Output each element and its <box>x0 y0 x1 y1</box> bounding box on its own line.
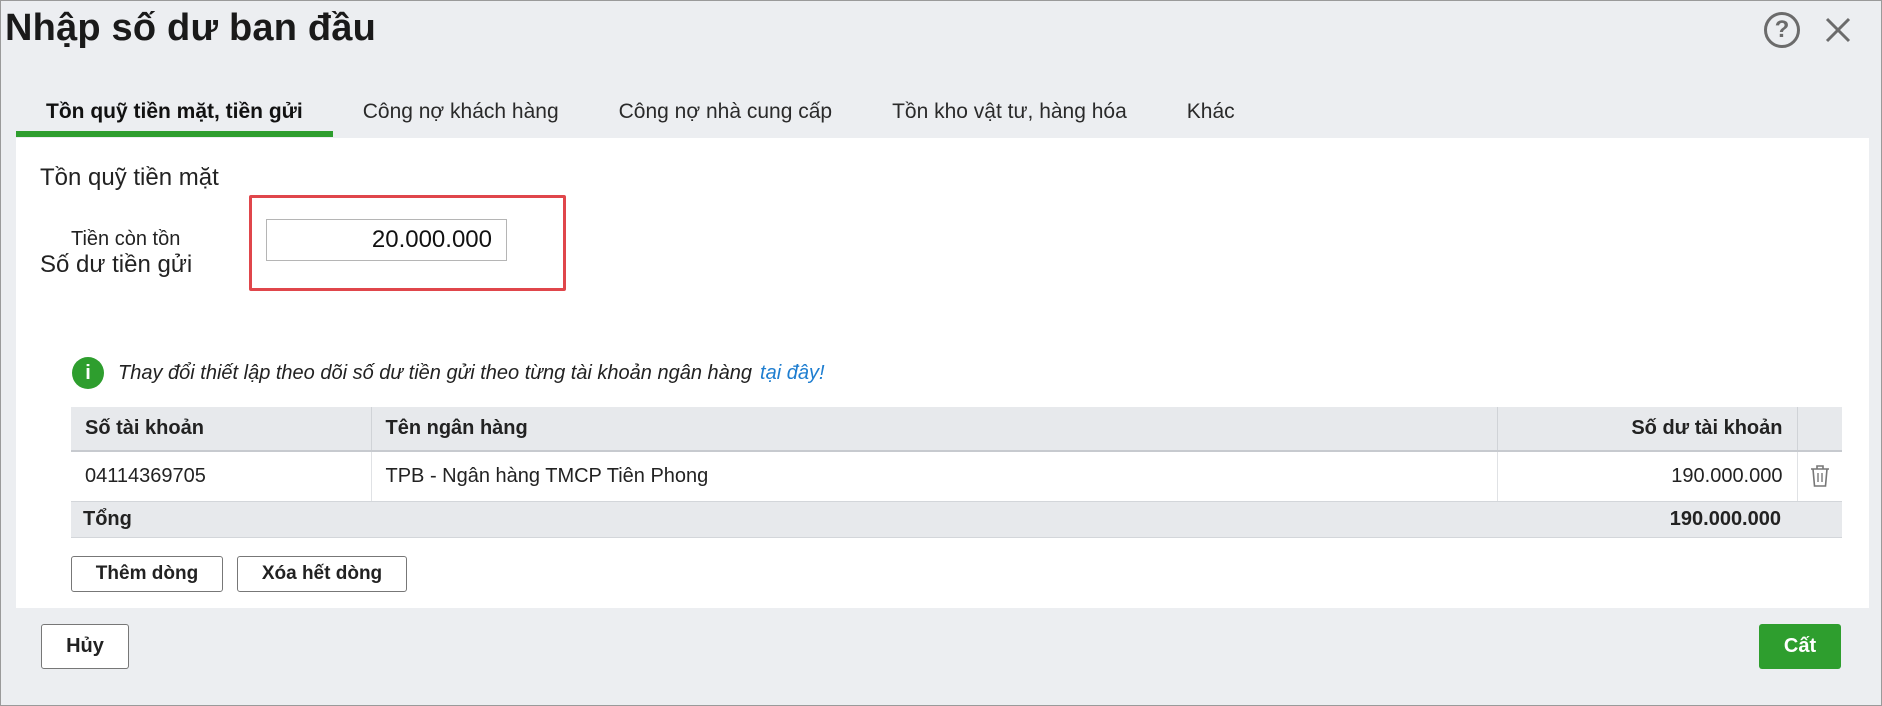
col-balance[interactable]: Số dư tài khoản <box>1497 407 1798 452</box>
delete-row-icon[interactable] <box>1798 464 1843 488</box>
cancel-button[interactable]: Hủy <box>41 624 129 669</box>
info-icon: i <box>72 357 104 389</box>
cell-balance[interactable]: 190.000.000 <box>1497 451 1798 502</box>
help-icon[interactable]: ? <box>1764 12 1800 48</box>
tab-inventory[interactable]: Tồn kho vật tư, hàng hóa <box>862 87 1157 137</box>
tab-content: Tồn quỹ tiền mặt Tiền còn tồn Số dư tiền… <box>16 138 1869 608</box>
bank-accounts-table: Số tài khoản Tên ngân hàng Số dư tài kho… <box>71 407 1842 538</box>
info-banner: i Thay đổi thiết lập theo dõi số dư tiền… <box>72 357 825 389</box>
tab-bar: Tồn quỹ tiền mặt, tiền gửi Công nợ khách… <box>16 87 1265 137</box>
cash-section-title: Tồn quỹ tiền mặt <box>40 164 219 191</box>
dialog-title: Nhập số dư ban đầu <box>5 7 377 49</box>
total-value: 190.000.000 <box>1497 501 1797 538</box>
save-button[interactable]: Cất <box>1759 624 1841 669</box>
cash-amount-input[interactable] <box>266 219 507 261</box>
col-account-number[interactable]: Số tài khoản <box>71 407 372 452</box>
cell-bank-name[interactable]: TPB - Ngân hàng TMCP Tiên Phong <box>371 451 1498 502</box>
initial-balance-dialog: Nhập số dư ban đầu ? Tồn quỹ tiền mặt, t… <box>0 0 1882 706</box>
tab-customer-debts[interactable]: Công nợ khách hàng <box>333 87 589 137</box>
settings-link[interactable]: tại đây! <box>760 362 824 385</box>
help-symbol: ? <box>1774 16 1790 43</box>
tab-supplier-debts[interactable]: Công nợ nhà cung cấp <box>589 87 862 137</box>
deposit-section-title: Số dư tiền gửi <box>40 251 193 278</box>
total-row: Tổng 190.000.000 <box>71 501 1842 538</box>
close-icon[interactable] <box>1819 11 1857 49</box>
col-actions <box>1797 407 1842 452</box>
clear-rows-button[interactable]: Xóa hết dòng <box>237 556 407 592</box>
cash-field-label: Tiền còn tồn <box>71 228 181 250</box>
cell-account-number[interactable]: 04114369705 <box>71 451 372 502</box>
tab-other[interactable]: Khác <box>1157 87 1265 137</box>
table-header-row: Số tài khoản Tên ngân hàng Số dư tài kho… <box>71 407 1842 452</box>
info-text: Thay đổi thiết lập theo dõi số dư tiền g… <box>118 361 753 384</box>
col-bank-name[interactable]: Tên ngân hàng <box>371 407 1498 452</box>
add-row-button[interactable]: Thêm dòng <box>71 556 223 592</box>
table-row[interactable]: 04114369705 TPB - Ngân hàng TMCP Tiên Ph… <box>71 451 1843 502</box>
total-label: Tổng <box>71 501 371 538</box>
tab-cash-deposits[interactable]: Tồn quỹ tiền mặt, tiền gửi <box>16 87 333 137</box>
